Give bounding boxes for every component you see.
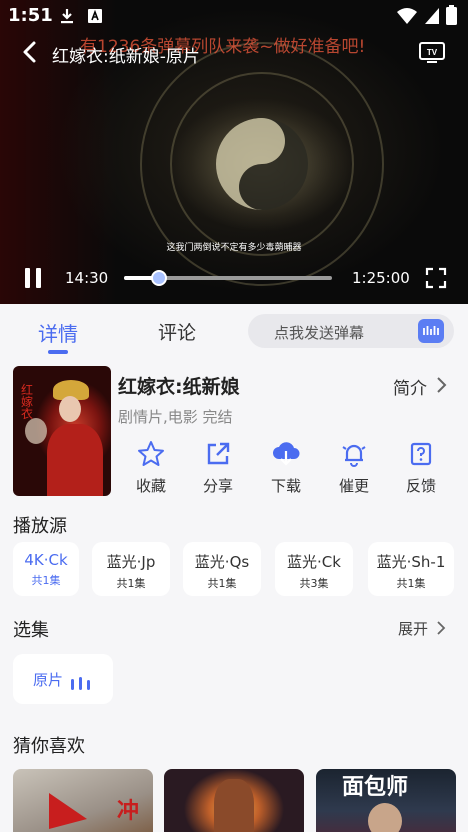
playing-bars-icon — [71, 677, 90, 690]
source-name: 蓝光·Jp — [106, 553, 156, 571]
episode-label: 原片 — [33, 671, 64, 689]
source-count: 共1集 — [207, 577, 237, 590]
favorite-label: 收藏 — [135, 477, 166, 495]
svg-text:TV: TV — [427, 48, 438, 57]
app-root: 1:51 有1236条弹幕列队来袭~做好准备吧! 红嫁衣:纸新娘-原片 TV 这… — [0, 0, 468, 832]
fullscreen-button[interactable] — [425, 267, 447, 289]
tab-bar: 详情 评论 点我发送弹幕 — [0, 304, 468, 360]
source-item[interactable]: 蓝光·Ck 共3集 — [275, 542, 353, 596]
danmaku-input[interactable]: 点我发送弹幕 — [248, 314, 454, 348]
detail-content: 详情 评论 点我发送弹幕 红嫁衣 红嫁衣:纸新娘 简介 剧情片,电影 完结 收藏… — [0, 304, 468, 832]
back-button[interactable] — [16, 38, 44, 66]
sources-list: 4K·Ck 共1集 蓝光·Jp 共1集 蓝光·Qs 共1集 蓝光·Ck 共3集 … — [13, 542, 468, 596]
source-item[interactable]: 4K·Ck 共1集 — [13, 542, 79, 596]
video-title: 红嫁衣:纸新娘-原片 — [52, 47, 200, 67]
movie-title: 红嫁衣:纸新娘 — [118, 376, 240, 398]
source-item[interactable]: 蓝光·Qs 共1集 — [183, 542, 261, 596]
danmaku-send-button[interactable] — [418, 319, 444, 343]
share-icon — [207, 442, 230, 465]
signal-icon — [425, 8, 439, 24]
video-subtitle: 这我门两倒说不定有多少毒蒴晡器 — [166, 243, 302, 253]
star-icon — [138, 441, 164, 466]
source-count: 共3集 — [299, 577, 329, 590]
status-bar: 1:51 — [0, 0, 468, 32]
yinyang-emblem — [216, 118, 308, 210]
poster-face — [59, 396, 81, 422]
feedback-button[interactable]: 反馈 — [391, 436, 451, 498]
episodes-title: 选集 — [13, 620, 49, 641]
text-status-icon — [88, 9, 102, 23]
share-label: 分享 — [202, 477, 233, 495]
episode-item[interactable]: 原片 — [13, 654, 113, 704]
poster-figure — [368, 803, 402, 832]
recommend-card[interactable]: 冲 — [13, 769, 153, 832]
progress-knob[interactable] — [151, 270, 168, 286]
feedback-label: 反馈 — [405, 477, 436, 495]
remind-update-button[interactable]: 催更 — [324, 436, 384, 498]
sources-title: 播放源 — [13, 516, 67, 537]
player-controls: 14:30 1:25:00 — [0, 258, 468, 298]
current-time: 14:30 — [65, 269, 109, 287]
movie-poster[interactable]: 红嫁衣 — [13, 366, 111, 496]
poster-figure — [47, 424, 103, 496]
recommend-card[interactable] — [164, 769, 304, 832]
battery-icon — [446, 5, 457, 25]
recommend-title: 猜你喜欢 — [13, 736, 85, 757]
remind-label: 催更 — [338, 477, 369, 495]
tab-indicator — [48, 350, 68, 354]
movie-meta: 剧情片,电影 完结 — [118, 408, 233, 426]
expand-button[interactable]: 展开 — [398, 618, 428, 639]
poster-figure — [214, 779, 254, 832]
tv-cast-button[interactable]: TV — [418, 40, 446, 66]
tab-details[interactable]: 详情 — [38, 318, 78, 347]
download-status-icon — [61, 9, 73, 24]
danmaku-placeholder: 点我发送弹幕 — [274, 324, 365, 342]
recommend-poster-text: 冲 — [117, 799, 140, 824]
danmaku-icon — [423, 326, 439, 335]
tab-comments[interactable]: 评论 — [158, 318, 196, 345]
poster-flag — [49, 793, 87, 829]
wifi-icon — [397, 8, 417, 24]
chevron-right-icon[interactable] — [436, 620, 446, 636]
download-button[interactable]: 下载 — [256, 436, 316, 498]
source-name: 蓝光·Ck — [287, 553, 341, 571]
intro-link[interactable]: 简介 — [393, 374, 427, 399]
poster-title: 红嫁衣 — [21, 383, 34, 421]
bell-icon — [342, 444, 366, 467]
recommend-card[interactable]: 面包师 — [316, 769, 456, 832]
pause-button[interactable] — [22, 266, 44, 290]
player-top-bar: 有1236条弹幕列队来袭~做好准备吧! 红嫁衣:纸新娘-原片 TV — [0, 32, 468, 72]
share-button[interactable]: 分享 — [188, 436, 248, 498]
recommend-poster-text: 面包师 — [342, 775, 409, 800]
download-label: 下载 — [270, 477, 301, 495]
source-name: 蓝光·Sh-1 — [376, 553, 446, 571]
progress-track[interactable] — [124, 270, 332, 286]
source-count: 共1集 — [31, 574, 61, 587]
poster-ghost — [25, 418, 47, 444]
feedback-icon — [410, 442, 432, 466]
status-time: 1:51 — [8, 5, 53, 26]
source-count: 共1集 — [116, 577, 146, 590]
favorite-button[interactable]: 收藏 — [121, 436, 181, 498]
duration: 1:25:00 — [352, 269, 410, 287]
video-player[interactable]: 1:51 有1236条弹幕列队来袭~做好准备吧! 红嫁衣:纸新娘-原片 TV 这… — [0, 0, 468, 304]
source-name: 蓝光·Qs — [194, 553, 250, 571]
source-item[interactable]: 蓝光·Sh-1 共1集 — [368, 542, 454, 596]
download-icon — [273, 442, 300, 466]
source-count: 共1集 — [396, 577, 426, 590]
chevron-right-icon[interactable] — [435, 376, 447, 394]
source-name: 4K·Ck — [24, 551, 68, 569]
source-item[interactable]: 蓝光·Jp 共1集 — [92, 542, 170, 596]
